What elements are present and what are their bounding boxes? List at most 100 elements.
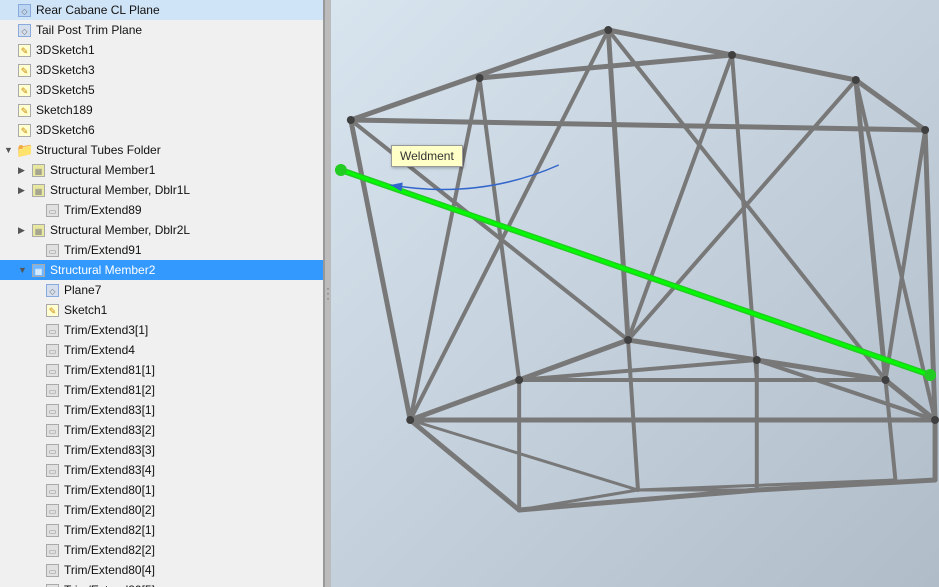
3d-viewport[interactable]: Weldment (331, 0, 939, 587)
tree-item-struct-tubes-folder[interactable]: ▼📁Structural Tubes Folder (0, 140, 323, 160)
tree-item-3dsketch1[interactable]: ✎3DSketch1 (0, 40, 323, 60)
tree-item-plane7[interactable]: ◇Plane7 (0, 280, 323, 300)
tree-item-label: 3DSketch3 (34, 61, 95, 79)
tree-item-trim-extend80-4[interactable]: ▭Trim/Extend80[4] (0, 560, 323, 580)
tree-item-trim-extend82-2[interactable]: ▭Trim/Extend82[2] (0, 540, 323, 560)
tree-item-trim-extend81-2[interactable]: ▭Trim/Extend81[2] (0, 380, 323, 400)
tree-item-tail-post[interactable]: ◇Tail Post Trim Plane (0, 20, 323, 40)
expand-icon[interactable]: ▼ (18, 261, 30, 279)
tree-item-icon-trim: ▭ (44, 561, 62, 579)
tree-item-trim-extend80-1[interactable]: ▭Trim/Extend80[1] (0, 480, 323, 500)
tree-item-icon-struct: ▦ (30, 261, 48, 279)
expand-icon[interactable]: ▶ (18, 221, 30, 239)
tree-item-struct-member2[interactable]: ▼▦Structural Member2 (0, 260, 323, 280)
tree-item-icon-trim: ▭ (44, 421, 62, 439)
weldment-label: Weldment (400, 149, 454, 163)
tree-item-icon-trim: ▭ (44, 201, 62, 219)
tree-item-label: Trim/Extend89 (62, 201, 142, 219)
tree-item-label: Trim/Extend83[2] (62, 421, 155, 439)
feature-tree-panel[interactable]: ◇Rear Cabane CL Plane◇Tail Post Trim Pla… (0, 0, 325, 587)
tree-item-icon-sketch: ✎ (16, 101, 34, 119)
tree-item-trim-extend4[interactable]: ▭Trim/Extend4 (0, 340, 323, 360)
tree-item-icon-sketch3d: ✎ (16, 61, 34, 79)
tree-item-icon-trim: ▭ (44, 501, 62, 519)
tree-item-3dsketch5[interactable]: ✎3DSketch5 (0, 80, 323, 100)
tree-item-trim-extend83-2[interactable]: ▭Trim/Extend83[2] (0, 420, 323, 440)
weldment-tooltip: Weldment (391, 145, 463, 167)
tree-item-label: Tail Post Trim Plane (34, 21, 142, 39)
tree-item-label: Trim/Extend80[2] (62, 501, 155, 519)
tree-item-trim-extend80-2[interactable]: ▭Trim/Extend80[2] (0, 500, 323, 520)
tree-item-label: 3DSketch1 (34, 41, 95, 59)
tree-item-3dsketch3[interactable]: ✎3DSketch3 (0, 60, 323, 80)
tree-item-trim-extend80-5[interactable]: ▭Trim/Extend80[5] (0, 580, 323, 587)
tree-item-icon-trim: ▭ (44, 401, 62, 419)
tree-item-label: Plane7 (62, 281, 101, 299)
tree-item-icon-plane: ◇ (16, 1, 34, 19)
tree-item-label: Trim/Extend83[4] (62, 461, 155, 479)
tree-item-sketch189[interactable]: ✎Sketch189 (0, 100, 323, 120)
tree-item-label: Structural Member, Dblr1L (48, 181, 190, 199)
3d-structure-svg (331, 0, 939, 587)
tree-item-icon-trim: ▭ (44, 321, 62, 339)
tree-item-icon-struct: ▦ (30, 181, 48, 199)
tree-item-trim-extend82-1[interactable]: ▭Trim/Extend82[1] (0, 520, 323, 540)
tree-item-label: Structural Member1 (48, 161, 155, 179)
tree-item-label: Trim/Extend91 (62, 241, 142, 259)
tree-item-icon-trim: ▭ (44, 481, 62, 499)
tree-item-trim-extend89[interactable]: ▭Trim/Extend89 (0, 200, 323, 220)
tree-item-icon-folder: 📁 (16, 141, 34, 159)
tree-item-trim-extend83-1[interactable]: ▭Trim/Extend83[1] (0, 400, 323, 420)
expand-icon[interactable]: ▼ (4, 141, 16, 159)
tree-item-icon-sketch3d: ✎ (16, 121, 34, 139)
tree-item-struct-member-dblr1l[interactable]: ▶▦Structural Member, Dblr1L (0, 180, 323, 200)
tree-item-icon-sketch: ✎ (44, 301, 62, 319)
tree-item-rear-cabane[interactable]: ◇Rear Cabane CL Plane (0, 0, 323, 20)
tree-item-3dsketch6[interactable]: ✎3DSketch6 (0, 120, 323, 140)
tree-item-trim-extend3-1[interactable]: ▭Trim/Extend3[1] (0, 320, 323, 340)
tree-item-icon-trim: ▭ (44, 541, 62, 559)
tree-item-label: Trim/Extend4 (62, 341, 135, 359)
tree-item-label: 3DSketch6 (34, 121, 95, 139)
tree-item-icon-trim: ▭ (44, 521, 62, 539)
tree-item-label: Structural Member2 (48, 261, 155, 279)
tree-item-label: Rear Cabane CL Plane (34, 1, 160, 19)
tree-item-icon-sketch3d: ✎ (16, 41, 34, 59)
tree-item-icon-trim: ▭ (44, 441, 62, 459)
tree-item-trim-extend83-3[interactable]: ▭Trim/Extend83[3] (0, 440, 323, 460)
tree-item-trim-extend83-4[interactable]: ▭Trim/Extend83[4] (0, 460, 323, 480)
tree-item-label: Sketch189 (34, 101, 93, 119)
tree-item-label: Trim/Extend82[2] (62, 541, 155, 559)
expand-icon[interactable]: ▶ (18, 161, 30, 179)
tree-item-label: Trim/Extend81[1] (62, 361, 155, 379)
tree-item-icon-trim: ▭ (44, 581, 62, 587)
tree-item-label: Trim/Extend80[1] (62, 481, 155, 499)
tree-item-label: Trim/Extend83[3] (62, 441, 155, 459)
tree-item-label: Structural Member, Dblr2L (48, 221, 190, 239)
tree-item-label: Trim/Extend80[5] (62, 581, 155, 587)
tree-item-icon-trim: ▭ (44, 341, 62, 359)
tree-item-icon-struct: ▦ (30, 221, 48, 239)
tree-item-label: Sketch1 (62, 301, 107, 319)
tree-item-icon-sketch3d: ✎ (16, 81, 34, 99)
tree-item-icon-struct: ▦ (30, 161, 48, 179)
tree-item-label: Trim/Extend83[1] (62, 401, 155, 419)
tree-item-label: Trim/Extend3[1] (62, 321, 148, 339)
tree-item-icon-plane: ◇ (16, 21, 34, 39)
tree-item-label: 3DSketch5 (34, 81, 95, 99)
tree-item-label: Structural Tubes Folder (34, 141, 161, 159)
expand-icon[interactable]: ▶ (18, 181, 30, 199)
tree-item-icon-plane: ◇ (44, 281, 62, 299)
tree-item-label: Trim/Extend82[1] (62, 521, 155, 539)
tree-item-label: Trim/Extend80[4] (62, 561, 155, 579)
tree-item-icon-trim: ▭ (44, 241, 62, 259)
tree-item-icon-trim: ▭ (44, 361, 62, 379)
tree-item-trim-extend81-1[interactable]: ▭Trim/Extend81[1] (0, 360, 323, 380)
tree-item-label: Trim/Extend81[2] (62, 381, 155, 399)
tree-item-struct-member-dblr2l[interactable]: ▶▦Structural Member, Dblr2L (0, 220, 323, 240)
tree-item-sketch1[interactable]: ✎Sketch1 (0, 300, 323, 320)
tree-item-icon-trim: ▭ (44, 381, 62, 399)
tree-item-struct-member1[interactable]: ▶▦Structural Member1 (0, 160, 323, 180)
tree-item-icon-trim: ▭ (44, 461, 62, 479)
tree-item-trim-extend91[interactable]: ▭Trim/Extend91 (0, 240, 323, 260)
